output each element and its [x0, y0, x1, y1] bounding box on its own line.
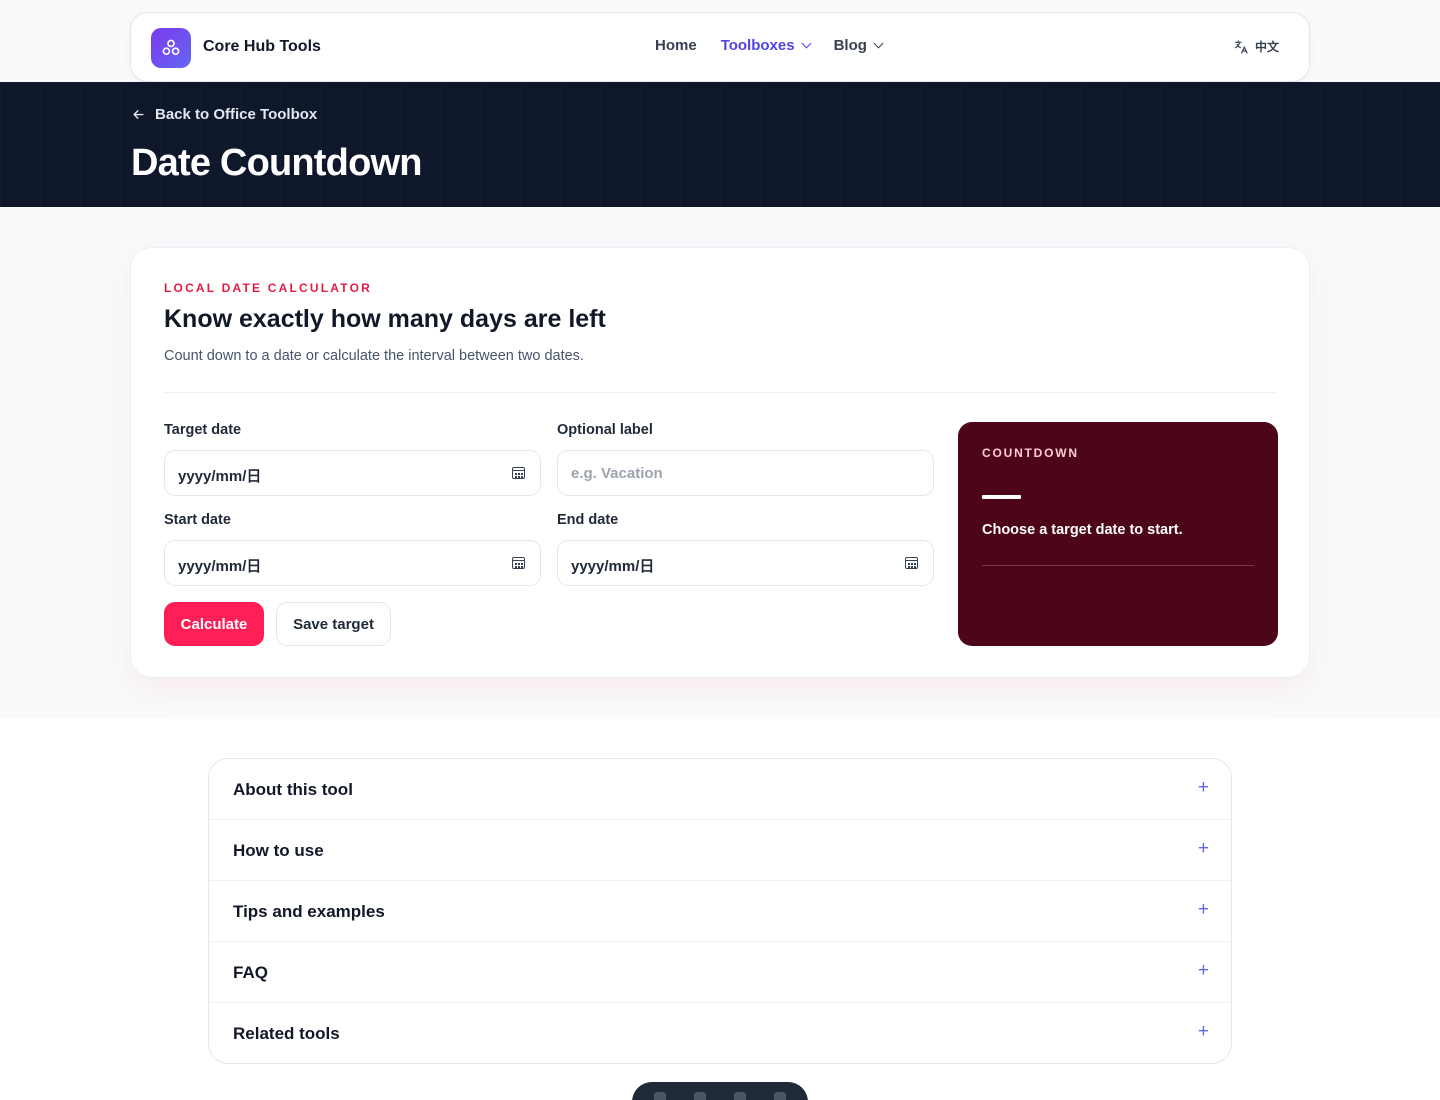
dock-icon[interactable] [734, 1092, 746, 1100]
end-date-label: End date [557, 512, 619, 528]
panel-divider [982, 565, 1254, 566]
start-date-input[interactable]: yyyy/mm/日 [164, 540, 541, 586]
countdown-placeholder-dash [982, 495, 1021, 499]
countdown-eyebrow: COUNTDOWN [982, 446, 1079, 460]
dock-icons [654, 1092, 786, 1100]
hero: Back to Office Toolbox Date Countdown [0, 82, 1440, 207]
calculator-card: LOCAL DATE CALCULATOR Know exactly how m… [130, 247, 1310, 678]
end-date-input[interactable]: yyyy/mm/日 [557, 540, 934, 586]
page-title: Date Countdown [131, 142, 422, 184]
bottom-dock[interactable] [632, 1082, 808, 1100]
accordion-item-faq[interactable]: FAQ + [209, 942, 1231, 1003]
plus-icon: + [1197, 899, 1209, 920]
calendar-icon[interactable] [905, 557, 918, 569]
brand-name[interactable]: Core Hub Tools [203, 38, 321, 56]
card-description: Count down to a date or calculate the in… [164, 348, 584, 364]
end-date-value: yyyy/mm/日 [571, 558, 655, 575]
accordion-label: Tips and examples [233, 902, 385, 921]
chevron-down-icon [873, 38, 884, 49]
arrow-left-icon [133, 110, 144, 119]
back-link[interactable]: Back to Office Toolbox [131, 106, 317, 123]
accordion-label: About this tool [233, 780, 353, 799]
accordion-item-about[interactable]: About this tool + [209, 759, 1231, 820]
target-date-input[interactable]: yyyy/mm/日 [164, 450, 541, 496]
accordion-label: How to use [233, 841, 324, 860]
optional-label-label: Optional label [557, 422, 653, 438]
target-date-label: Target date [164, 422, 242, 438]
plus-icon: + [1197, 1021, 1209, 1042]
info-accordion: About this tool + How to use + Tips and … [208, 758, 1232, 1064]
countdown-message: Choose a target date to start. [982, 522, 1183, 538]
nav-home[interactable]: Home [655, 37, 697, 54]
language-switcher[interactable]: 中文 [1233, 38, 1279, 55]
plus-icon: + [1197, 960, 1209, 981]
nav-blog-label: Blog [833, 37, 867, 54]
calendar-icon[interactable] [512, 467, 525, 479]
divider [164, 392, 1277, 393]
calculate-button[interactable]: Calculate [164, 602, 264, 646]
nav-blog[interactable]: Blog [833, 37, 884, 54]
dock-icon[interactable] [654, 1092, 666, 1100]
accordion-item-related-tools[interactable]: Related tools + [209, 1003, 1231, 1063]
start-date-value: yyyy/mm/日 [178, 558, 262, 575]
dock-icon[interactable] [774, 1092, 786, 1100]
card-eyebrow: LOCAL DATE CALCULATOR [164, 281, 372, 295]
nav-toolboxes[interactable]: Toolboxes [720, 37, 812, 54]
target-date-value: yyyy/mm/日 [178, 468, 262, 485]
nav-toolboxes-label: Toolboxes [720, 37, 795, 54]
start-date-label: Start date [164, 512, 231, 528]
accordion-item-tips[interactable]: Tips and examples + [209, 881, 1231, 942]
language-label: 中文 [1254, 40, 1279, 54]
back-link-label: Back to Office Toolbox [155, 106, 318, 123]
nav-home-label: Home [655, 37, 697, 54]
accordion-label: FAQ [233, 963, 268, 982]
calendar-icon[interactable] [512, 557, 525, 569]
accordion-label: Related tools [233, 1024, 340, 1043]
dock-icon[interactable] [694, 1092, 706, 1100]
main-nav: Home Toolboxes Blog [655, 37, 884, 54]
site-header: Core Hub Tools Home Toolboxes Blog 中文 [130, 12, 1310, 82]
optional-label-field [557, 450, 934, 496]
countdown-result-panel: COUNTDOWN Choose a target date to start. [958, 422, 1278, 646]
plus-icon: + [1197, 777, 1209, 798]
optional-label-input[interactable] [558, 451, 933, 495]
translate-icon [1235, 39, 1248, 54]
save-target-button[interactable]: Save target [276, 602, 391, 646]
accordion-item-how-to-use[interactable]: How to use + [209, 820, 1231, 881]
chevron-down-icon [801, 38, 812, 49]
card-title: Know exactly how many days are left [164, 305, 606, 333]
logo-icon[interactable] [151, 28, 191, 68]
plus-icon: + [1197, 838, 1209, 859]
